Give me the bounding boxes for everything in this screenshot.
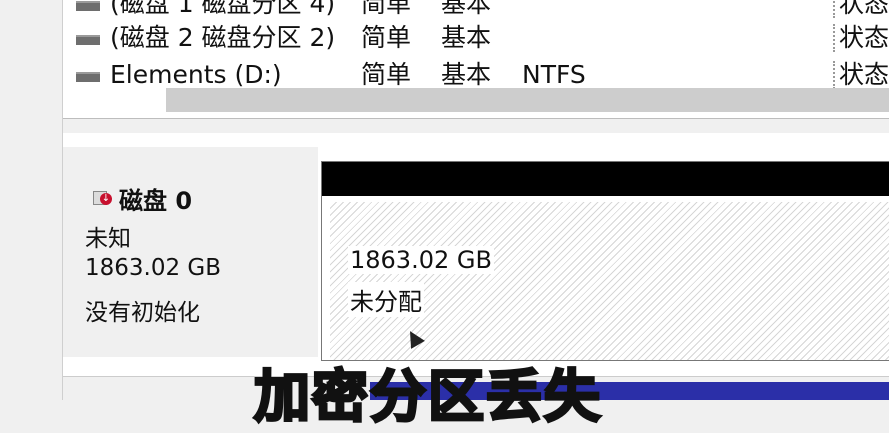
disk-info-panel[interactable]: ↓ 磁盘 0 未知 1863.02 GB 没有初始化 (63, 147, 318, 357)
volume-status: 状态 (839, 23, 889, 52)
volume-status: 状态 (839, 0, 889, 18)
volume-name: (磁盘 1 磁盘分区 4) (110, 0, 336, 18)
volume-type: 基本 (441, 0, 492, 18)
volume-layout: 简单 (361, 23, 412, 52)
column-divider (833, 61, 836, 89)
volume-layout: 简单 (361, 0, 412, 18)
partition-size: 1863.02 GB (348, 246, 494, 274)
disk-title: 磁盘 0 (119, 187, 193, 215)
drive-icon (76, 72, 100, 82)
drive-icon (76, 1, 100, 11)
volume-row[interactable]: (磁盘 1 磁盘分区 4) 简单 基本 状态 (63, 0, 889, 22)
partition-header-bar (322, 162, 889, 196)
volume-list: (磁盘 1 磁盘分区 4) 简单 基本 状态 (磁盘 2 磁盘分区 2) 简单 … (63, 0, 889, 118)
drive-icon (76, 35, 100, 45)
disk-offline-icon: ↓ (91, 187, 112, 207)
horizontal-scrollbar[interactable] (166, 88, 889, 112)
video-caption: 加密分区丢失 (253, 364, 602, 432)
volume-row[interactable]: (磁盘 2 磁盘分区 2) 简单 基本 状态 (63, 20, 889, 56)
volume-name: (磁盘 2 磁盘分区 2) (110, 23, 336, 52)
left-pane-edge (0, 0, 63, 400)
column-divider (833, 0, 836, 18)
disk-state: 没有初始化 (85, 300, 200, 326)
disk-size: 1863.02 GB (85, 255, 222, 281)
disk-type: 未知 (85, 226, 131, 252)
column-divider (833, 24, 836, 52)
partition-state: 未分配 (348, 282, 424, 317)
unallocated-partition[interactable]: 1863.02 GB 未分配 (321, 161, 889, 361)
volume-type: 基本 (441, 23, 492, 52)
pane-splitter[interactable] (63, 118, 889, 134)
scrollbar-thumb[interactable] (166, 88, 889, 112)
